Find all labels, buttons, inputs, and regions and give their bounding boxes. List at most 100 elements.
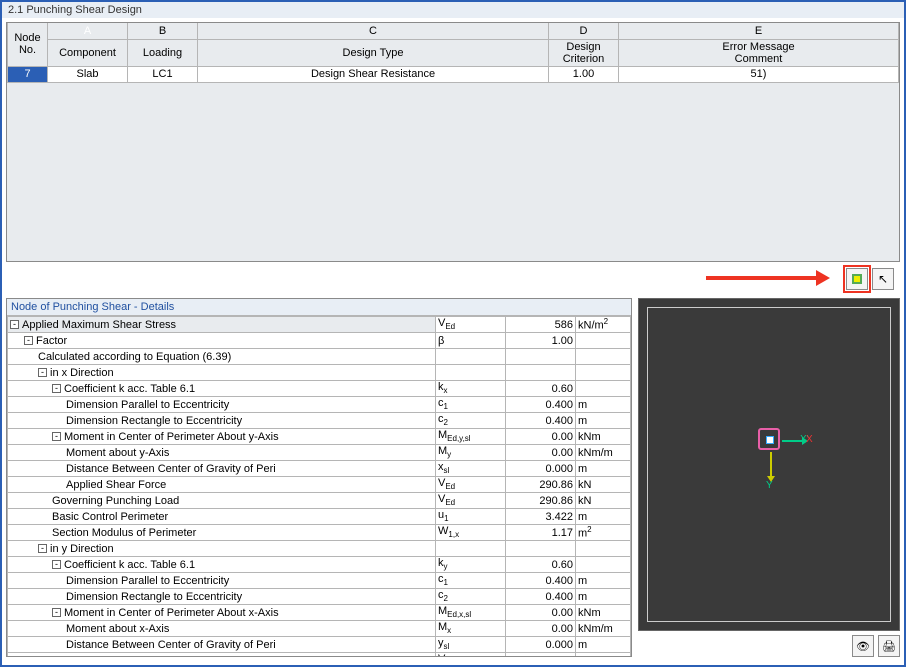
details-row[interactable]: Applied Shear ForceVEd290.86kN: [8, 477, 631, 493]
axis-y-label: Y: [766, 480, 773, 491]
details-value: 0.000: [506, 637, 576, 653]
details-row[interactable]: Distance Between Center of Gravity of Pe…: [8, 461, 631, 477]
col-header-design-type: Design Type: [198, 39, 549, 66]
cell-component: Slab: [48, 66, 128, 82]
details-value: 1.17: [506, 525, 576, 541]
details-row[interactable]: Governing Punching LoadVEd290.86kN: [8, 493, 631, 509]
details-value: 0.00: [506, 605, 576, 621]
perimeter-icon: X' X Y: [758, 428, 780, 450]
details-value: 290.86: [506, 493, 576, 509]
details-symbol: ysl: [436, 637, 506, 653]
details-row[interactable]: Section Modulus of PerimeterW1,x1.17m2: [8, 525, 631, 541]
view-diagram-button[interactable]: [846, 268, 868, 290]
details-row[interactable]: Moment about x-AxisMx0.00kNm/m: [8, 621, 631, 637]
details-unit: m: [576, 637, 631, 653]
details-row[interactable]: Moment about y-AxisMy0.00kNm/m: [8, 445, 631, 461]
details-label: Applied Shear Force: [8, 653, 436, 657]
table-row[interactable]: 7 Slab LC1 Design Shear Resistance 1.00 …: [8, 66, 899, 82]
cell-loading: LC1: [128, 66, 198, 82]
details-label: -in x Direction: [8, 365, 436, 381]
details-unit: kN: [576, 493, 631, 509]
col-header-loading: Loading: [128, 39, 198, 66]
details-row[interactable]: -Coefficient k acc. Table 6.1kx0.60: [8, 381, 631, 397]
details-row[interactable]: -Coefficient k acc. Table 6.1ky0.60: [8, 557, 631, 573]
details-symbol: [436, 541, 506, 557]
details-value: 0.400: [506, 413, 576, 429]
details-row[interactable]: Dimension Parallel to Eccentricityc10.40…: [8, 573, 631, 589]
details-row[interactable]: Basic Control Perimeteru13.422m: [8, 509, 631, 525]
details-symbol: VEd: [436, 493, 506, 509]
details-row[interactable]: -Moment in Center of Perimeter About x-A…: [8, 605, 631, 621]
details-symbol: VEd: [436, 653, 506, 657]
details-label: -Applied Maximum Shear Stress: [8, 317, 436, 333]
col-header-design-criterion: DesignCriterion: [549, 39, 619, 66]
details-label: Calculated according to Equation (6.39): [8, 349, 436, 365]
details-unit: m: [576, 509, 631, 525]
details-unit: [576, 365, 631, 381]
details-row[interactable]: Applied Shear ForceVEd290.86kN: [8, 653, 631, 657]
details-row[interactable]: Dimension Parallel to Eccentricityc10.40…: [8, 397, 631, 413]
cell-error-comment: 51): [619, 66, 899, 82]
toggle-visibility-button[interactable]: 👁: [852, 635, 874, 657]
viewport-3d[interactable]: X' X Y: [638, 298, 900, 631]
results-grid[interactable]: NodeNo. A B C D E Component Loading Desi…: [6, 22, 900, 262]
details-value: 0.00: [506, 429, 576, 445]
details-value: 0.00: [506, 445, 576, 461]
axis-x-label: X: [806, 434, 813, 445]
col-header-component: Component: [48, 39, 128, 66]
tree-collapse-icon[interactable]: -: [52, 560, 61, 569]
details-label: Dimension Parallel to Eccentricity: [8, 397, 436, 413]
details-symbol: Mx: [436, 621, 506, 637]
tree-collapse-icon[interactable]: -: [52, 608, 61, 617]
details-value: 0.60: [506, 381, 576, 397]
details-symbol: [436, 365, 506, 381]
details-symbol: My: [436, 445, 506, 461]
col-letter-b[interactable]: B: [128, 23, 198, 39]
panel-title: 2.1 Punching Shear Design: [2, 2, 904, 18]
details-row[interactable]: Dimension Rectangle to Eccentricityc20.4…: [8, 589, 631, 605]
details-symbol: W1,x: [436, 525, 506, 541]
col-letter-a[interactable]: A: [48, 23, 128, 39]
details-value: 0.60: [506, 557, 576, 573]
col-letter-d[interactable]: D: [549, 23, 619, 39]
details-unit: m: [576, 413, 631, 429]
details-row[interactable]: -in x Direction: [8, 365, 631, 381]
details-value: 586: [506, 317, 576, 333]
tree-collapse-icon[interactable]: -: [38, 544, 47, 553]
details-unit: [576, 541, 631, 557]
col-letter-c[interactable]: C: [198, 23, 549, 39]
details-row[interactable]: -in y Direction: [8, 541, 631, 557]
details-value: 0.400: [506, 397, 576, 413]
tree-collapse-icon[interactable]: -: [10, 320, 19, 329]
details-unit: m: [576, 461, 631, 477]
details-row[interactable]: -Factorβ1.00: [8, 333, 631, 349]
details-row[interactable]: -Applied Maximum Shear StressVEd586kN/m2: [8, 317, 631, 333]
details-label: -Factor: [8, 333, 436, 349]
col-letter-e[interactable]: E: [619, 23, 899, 39]
details-row[interactable]: Calculated according to Equation (6.39): [8, 349, 631, 365]
tree-collapse-icon[interactable]: -: [38, 368, 47, 377]
details-symbol: u1: [436, 509, 506, 525]
details-label: Moment about y-Axis: [8, 445, 436, 461]
details-unit: [576, 349, 631, 365]
details-label: Applied Shear Force: [8, 477, 436, 493]
cell-node-no: 7: [8, 66, 48, 82]
tree-collapse-icon[interactable]: -: [52, 384, 61, 393]
details-row[interactable]: Distance Between Center of Gravity of Pe…: [8, 637, 631, 653]
details-row[interactable]: Dimension Rectangle to Eccentricityc20.4…: [8, 413, 631, 429]
details-unit: [576, 333, 631, 349]
details-value: [506, 349, 576, 365]
print-icon: 🖨: [882, 640, 896, 653]
details-label: -Coefficient k acc. Table 6.1: [8, 557, 436, 573]
tree-collapse-icon[interactable]: -: [52, 432, 61, 441]
print-view-button[interactable]: 🖨: [878, 635, 900, 657]
details-row[interactable]: -Moment in Center of Perimeter About y-A…: [8, 429, 631, 445]
pick-node-button[interactable]: ↖: [872, 268, 894, 290]
details-label: Dimension Rectangle to Eccentricity: [8, 413, 436, 429]
details-grid[interactable]: -Applied Maximum Shear StressVEd586kN/m2…: [7, 316, 631, 656]
details-symbol: β: [436, 333, 506, 349]
details-unit: kNm: [576, 605, 631, 621]
details-value: 0.000: [506, 461, 576, 477]
details-unit: kN: [576, 653, 631, 657]
tree-collapse-icon[interactable]: -: [24, 336, 33, 345]
